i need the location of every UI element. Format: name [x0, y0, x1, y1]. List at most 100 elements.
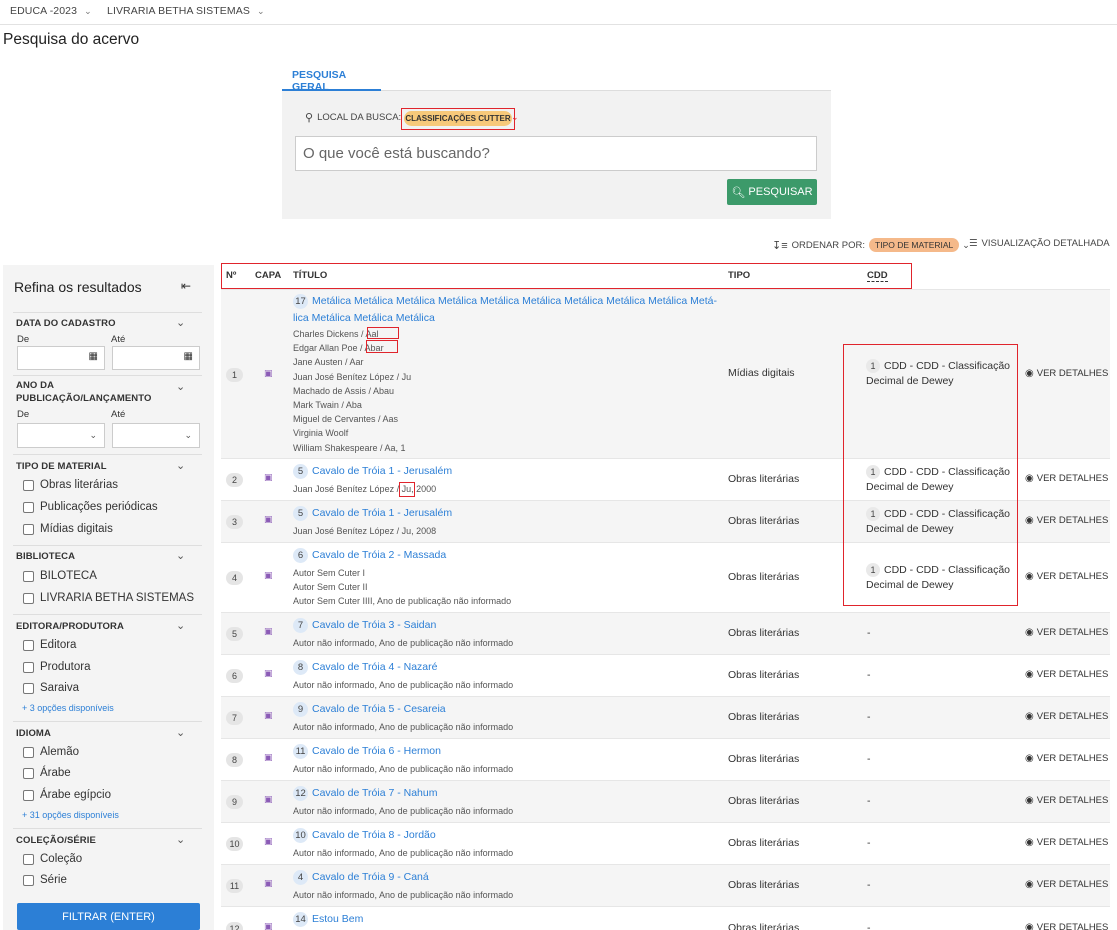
calendar-icon[interactable]: ▦	[184, 351, 193, 362]
header-cdd[interactable]: CDD	[867, 270, 888, 282]
section-colecao[interactable]: COLEÇÃO/SÉRIE	[16, 835, 96, 846]
view-details-button[interactable]: ◉ VER DETALHES	[1025, 627, 1108, 638]
filter-obras-literarias[interactable]: Obras literárias	[23, 479, 118, 491]
view-mode-toggle[interactable]: ☰ VISUALIZAÇÃO DETALHADA	[969, 238, 1110, 249]
image-icon[interactable]: ▣	[264, 668, 273, 679]
row-title[interactable]: 14 Estou Bem	[293, 911, 723, 928]
filter-publicacoes-periodicas[interactable]: Publicações periódicas	[23, 501, 158, 513]
row-title[interactable]: 5 Cavalo de Tróia 1 - Jerusalém	[293, 505, 723, 522]
checkbox[interactable]	[23, 789, 34, 801]
image-icon[interactable]: ▣	[264, 878, 273, 889]
filter-editora[interactable]: Editora	[23, 639, 76, 651]
chevron-down-icon[interactable]: ⌄	[176, 833, 185, 846]
chevron-down-icon[interactable]: ⌄	[176, 316, 185, 329]
row-title-cont[interactable]: lica Metálica Metálica Metálica	[293, 310, 723, 327]
ano-from-select[interactable]: ⌄	[17, 423, 105, 448]
image-icon[interactable]: ▣	[264, 570, 273, 581]
search-button[interactable]: 🔍︎ PESQUISAR	[727, 179, 817, 205]
filter-button[interactable]: FILTRAR (ENTER)	[17, 903, 200, 930]
order-control[interactable]: ↧≡ ORDENAR POR: TIPO DE MATERIAL ⌄	[772, 238, 970, 252]
checkbox[interactable]	[23, 874, 34, 886]
row-title[interactable]: 7 Cavalo de Tróia 3 - Saidan	[293, 617, 723, 634]
cadastro-from-input[interactable]: ▦	[17, 346, 105, 370]
image-icon[interactable]: ▣	[264, 752, 273, 763]
view-details-button[interactable]: ◉ VER DETALHES	[1025, 368, 1108, 379]
row-title[interactable]: 9 Cavalo de Tróia 5 - Cesareia	[293, 701, 723, 718]
checkbox[interactable]	[23, 853, 34, 865]
row-title[interactable]: 5 Cavalo de Tróia 1 - Jerusalém	[293, 463, 723, 480]
header-tipo[interactable]: TIPO	[728, 270, 750, 281]
image-icon[interactable]: ▣	[264, 472, 273, 483]
calendar-icon[interactable]: ▦	[89, 351, 98, 362]
checkbox[interactable]	[23, 570, 34, 582]
row-title[interactable]: 12 Cavalo de Tróia 7 - Nahum	[293, 785, 723, 802]
view-details-button[interactable]: ◉ VER DETALHES	[1025, 711, 1108, 722]
filter-saraiva[interactable]: Saraiva	[23, 682, 79, 694]
more-idiomas-link[interactable]: + 31 opções disponíveis	[22, 810, 119, 820]
cadastro-to-input[interactable]: ▦	[112, 346, 200, 370]
library-selector[interactable]: LIVRARIA BETHA SISTEMAS ⌄	[107, 5, 265, 17]
checkbox[interactable]	[23, 767, 34, 779]
row-title[interactable]: 17 Metálica Metálica Metálica Metálica Me…	[293, 293, 723, 310]
filter-biloteca[interactable]: BILOTECA	[23, 570, 97, 582]
table-row[interactable]: 10 ▣ 10 Cavalo de Tróia 8 - Jordão Autor …	[221, 822, 1110, 864]
image-icon[interactable]: ▣	[264, 626, 273, 637]
table-row[interactable]: 5 ▣ 7 Cavalo de Tróia 3 - Saidan Autor nã…	[221, 612, 1110, 654]
image-icon[interactable]: ▣	[264, 836, 273, 847]
checkbox[interactable]	[23, 746, 34, 758]
table-row[interactable]: 8 ▣ 11 Cavalo de Tróia 6 - Hermon Autor n…	[221, 738, 1110, 780]
row-title[interactable]: 8 Cavalo de Tróia 4 - Nazaré	[293, 659, 723, 676]
chevron-down-icon[interactable]: ⌄	[511, 112, 519, 123]
row-title[interactable]: 10 Cavalo de Tróia 8 - Jordão	[293, 827, 723, 844]
view-details-button[interactable]: ◉ VER DETALHES	[1025, 879, 1108, 890]
view-details-button[interactable]: ◉ VER DETALHES	[1025, 571, 1108, 582]
checkbox[interactable]	[23, 479, 34, 491]
checkbox[interactable]	[23, 501, 34, 513]
filter-livraria-betha[interactable]: LIVRARIA BETHA SISTEMAS	[23, 592, 194, 604]
more-editoras-link[interactable]: + 3 opções disponíveis	[22, 703, 114, 713]
image-icon[interactable]: ▣	[264, 514, 273, 525]
image-icon[interactable]: ▣	[264, 921, 273, 930]
table-row[interactable]: 6 ▣ 8 Cavalo de Tróia 4 - Nazaré Autor nã…	[221, 654, 1110, 696]
ano-to-select[interactable]: ⌄	[112, 423, 200, 448]
checkbox[interactable]	[23, 639, 34, 651]
row-title[interactable]: 11 Cavalo de Tróia 6 - Hermon	[293, 743, 723, 760]
row-title[interactable]: 4 Cavalo de Tróia 9 - Caná	[293, 869, 723, 886]
section-ano-title-2[interactable]: PUBLICAÇÃO/LANÇAMENTO	[16, 393, 151, 404]
view-details-button[interactable]: ◉ VER DETALHES	[1025, 837, 1108, 848]
chevron-down-icon[interactable]: ⌄	[176, 619, 185, 632]
filter-produtora[interactable]: Produtora	[23, 661, 91, 673]
section-editora[interactable]: EDITORA/PRODUTORA	[16, 621, 124, 632]
section-idioma[interactable]: IDIOMA	[16, 728, 51, 739]
filter-serie[interactable]: Série	[23, 874, 67, 886]
search-input[interactable]	[295, 136, 817, 171]
section-ano-title-1[interactable]: ANO DA	[16, 380, 54, 391]
filter-midias-digitais[interactable]: Mídias digitais	[23, 523, 113, 535]
image-icon[interactable]: ▣	[264, 368, 273, 379]
view-details-button[interactable]: ◉ VER DETALHES	[1025, 922, 1108, 930]
view-details-button[interactable]: ◉ VER DETALHES	[1025, 669, 1108, 680]
checkbox[interactable]	[23, 682, 34, 694]
view-details-button[interactable]: ◉ VER DETALHES	[1025, 473, 1108, 484]
checkbox[interactable]	[23, 661, 34, 673]
section-tipo-material[interactable]: TIPO DE MATERIAL	[16, 461, 107, 472]
chevron-down-icon[interactable]: ⌄	[176, 726, 185, 739]
filter-alemao[interactable]: Alemão	[23, 746, 79, 758]
table-row[interactable]: 7 ▣ 9 Cavalo de Tróia 5 - Cesareia Autor …	[221, 696, 1110, 738]
local-busca-selector[interactable]: CLASSIFICAÇÕES CUTTER	[401, 108, 515, 130]
header-titulo[interactable]: TÍTULO	[293, 270, 327, 281]
chevron-down-icon[interactable]: ⌄	[176, 549, 185, 562]
filter-arabe[interactable]: Árabe	[23, 767, 71, 779]
entity-selector[interactable]: EDUCA -2023 ⌄	[10, 5, 92, 17]
table-row[interactable]: 12 ▣ 14 Estou Bem Obras literárias - ◉ VER…	[221, 906, 1110, 930]
section-biblioteca[interactable]: BIBLIOTECA	[16, 551, 75, 562]
tab-pesquisa-geral[interactable]: PESQUISA GERAL	[282, 63, 381, 93]
order-value[interactable]: TIPO DE MATERIAL	[869, 238, 960, 252]
chevron-down-icon[interactable]: ⌄	[176, 380, 185, 393]
view-details-button[interactable]: ◉ VER DETALHES	[1025, 795, 1108, 806]
filter-colecao[interactable]: Coleção	[23, 853, 82, 865]
checkbox[interactable]	[23, 592, 34, 604]
row-title[interactable]: 6 Cavalo de Tróia 2 - Massada	[293, 547, 723, 564]
chevron-down-icon[interactable]: ⌄	[176, 459, 185, 472]
view-details-button[interactable]: ◉ VER DETALHES	[1025, 515, 1108, 526]
